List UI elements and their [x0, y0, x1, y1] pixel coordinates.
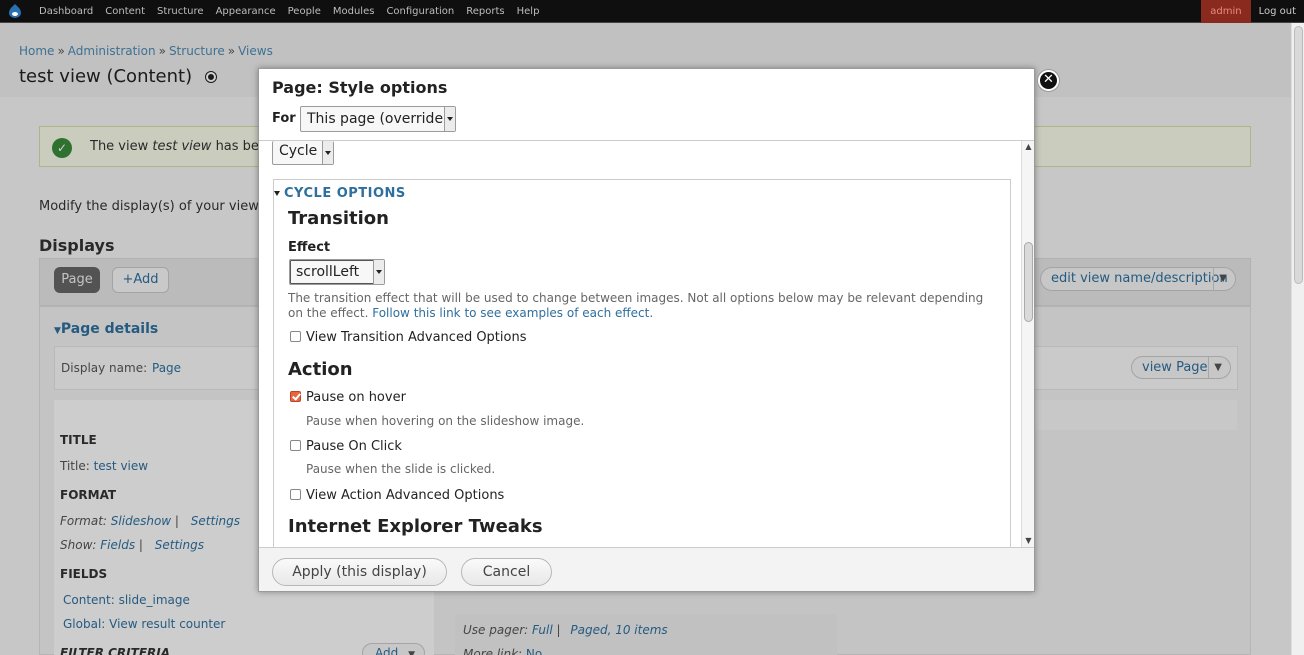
- pause-on-hover-description: Pause when hovering on the slideshow ima…: [306, 414, 585, 428]
- view-transition-advanced-label[interactable]: View Transition Advanced Options: [306, 330, 527, 345]
- pause-on-hover-checkbox[interactable]: [290, 391, 301, 402]
- toolbar-item-people[interactable]: People: [283, 0, 326, 23]
- toolbar-item-appearance[interactable]: Appearance: [211, 0, 281, 23]
- toolbar-user-area: admin Log out: [1201, 0, 1304, 23]
- toolbar-menu: Dashboard Content Structure Appearance P…: [34, 0, 546, 23]
- effect-label: Effect: [288, 240, 331, 255]
- ie-tweaks-heading: Internet Explorer Tweaks: [288, 516, 543, 537]
- drupal-home-icon[interactable]: [6, 3, 24, 19]
- admin-toolbar: Dashboard Content Structure Appearance P…: [0, 0, 1304, 23]
- view-action-advanced-label[interactable]: View Action Advanced Options: [306, 488, 504, 503]
- style-select[interactable]: Cycle: [272, 141, 334, 165]
- toolbar-item-configuration[interactable]: Configuration: [381, 0, 459, 23]
- pause-on-click-description: Pause when the slide is clicked.: [306, 462, 496, 476]
- effect-examples-link[interactable]: Follow this link to see examples of each…: [372, 306, 653, 320]
- dropdown-arrow-icon: [444, 107, 455, 131]
- toolbar-user-link[interactable]: admin: [1201, 0, 1251, 23]
- effect-select[interactable]: scrollLeft: [289, 259, 385, 285]
- style-options-dialog: Page: Style options For This page (overr…: [258, 68, 1035, 592]
- toolbar-item-dashboard[interactable]: Dashboard: [34, 0, 98, 23]
- collapse-arrow-icon: [274, 191, 280, 196]
- toolbar-logout-link[interactable]: Log out: [1251, 0, 1304, 23]
- dialog-header: Page: Style options For This page (overr…: [259, 69, 1034, 141]
- pause-on-click-checkbox[interactable]: [290, 440, 301, 451]
- view-transition-advanced-checkbox[interactable]: [290, 331, 301, 342]
- for-label: For: [272, 111, 296, 126]
- toolbar-item-content[interactable]: Content: [100, 0, 150, 23]
- toolbar-item-help[interactable]: Help: [512, 0, 545, 23]
- dropdown-arrow-icon: [373, 260, 384, 284]
- transition-heading: Transition: [288, 208, 389, 229]
- view-action-advanced-checkbox[interactable]: [290, 489, 301, 500]
- toolbar-item-modules[interactable]: Modules: [328, 0, 380, 23]
- effect-description: The transition effect that will be used …: [288, 291, 984, 320]
- action-heading: Action: [288, 359, 353, 380]
- dialog-scrollbar-thumb[interactable]: [1024, 242, 1033, 322]
- for-select[interactable]: This page (override): [300, 106, 456, 132]
- close-icon[interactable]: ✕: [1038, 70, 1059, 91]
- dialog-footer: Apply (this display) Cancel: [259, 547, 1034, 591]
- page-scrollbar-thumb[interactable]: [1294, 26, 1303, 284]
- apply-button[interactable]: Apply (this display): [272, 558, 447, 586]
- pause-on-click-label[interactable]: Pause On Click: [306, 439, 402, 454]
- scroll-up-icon[interactable]: ▲: [1022, 141, 1034, 153]
- toolbar-item-reports[interactable]: Reports: [461, 0, 509, 23]
- cycle-options-toggle[interactable]: CYCLE OPTIONS: [274, 186, 406, 201]
- toolbar-item-structure[interactable]: Structure: [152, 0, 209, 23]
- dropdown-arrow-icon: [322, 141, 333, 164]
- dialog-title: Page: Style options: [272, 78, 448, 97]
- scroll-down-icon[interactable]: ▼: [1022, 535, 1034, 547]
- pause-on-hover-label[interactable]: Pause on hover: [306, 390, 406, 405]
- dialog-scrollbar[interactable]: ▲ ▼: [1021, 141, 1034, 547]
- dialog-body: Cycle CYCLE OPTIONS Transition Effect sc…: [259, 141, 1034, 547]
- cancel-button[interactable]: Cancel: [461, 558, 552, 586]
- page-scrollbar[interactable]: [1291, 23, 1304, 655]
